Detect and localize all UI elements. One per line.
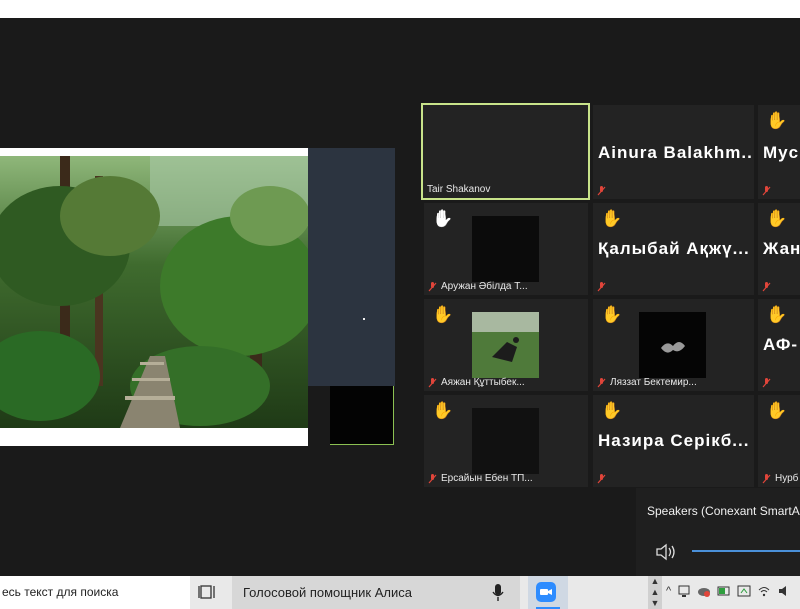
participant-tile[interactable]: ✋ Myc (758, 105, 800, 199)
participant-tile[interactable]: ✋ Аружан Әбілда Т... (424, 203, 588, 295)
participant-display-name: АФ- (763, 335, 799, 354)
participant-name: Tair Shakanov (427, 184, 491, 195)
participant-tile[interactable]: ✋ Нурб (758, 395, 800, 487)
raised-hand-icon: ✋ (432, 305, 454, 324)
zoom-icon (536, 582, 556, 602)
participant-name-bar (762, 378, 771, 388)
participant-tile[interactable]: ✋ АФ- (758, 299, 800, 391)
participant-name-bar (762, 282, 771, 292)
participant-name: Аружан Әбілда Т... (441, 281, 528, 292)
participant-display-name: Назира Серікб... (598, 431, 750, 450)
shared-black-box (330, 386, 394, 445)
alice-voice-assistant-box[interactable]: Голосовой помощник Алиса (232, 576, 520, 609)
taskbar-scroll-arrows[interactable]: ▲ ▲ ▼ (648, 576, 662, 609)
participant-name-bar: Нурб (762, 473, 798, 484)
participant-display-name: Қалыбай Ақжү... (598, 239, 750, 258)
participant-tile[interactable]: ✋ Жан (758, 203, 800, 295)
shared-slide (0, 148, 308, 446)
participant-display-name: Жан (763, 239, 800, 258)
participant-name-bar: Аружан Әбілда Т... (428, 281, 528, 292)
participant-video (472, 408, 539, 474)
muted-mic-icon (597, 186, 606, 196)
raised-hand-icon: ✋ (766, 111, 788, 130)
participant-name-bar: Ерсайын Ебен ТП... (428, 473, 533, 484)
participant-tile[interactable]: ✋ Назира Серікб... (593, 395, 754, 487)
participant-tile[interactable]: ✋ Аяжан Құттыбек... (424, 299, 588, 391)
muted-mic-icon (597, 474, 606, 484)
volume-slider[interactable] (692, 550, 800, 552)
shared-screen (0, 148, 395, 446)
monitor-icon[interactable] (677, 584, 691, 598)
raised-hand-icon: ✋ (601, 209, 623, 228)
system-tray: ^ (666, 584, 791, 598)
greenhouse-photo (0, 156, 308, 428)
participant-tile[interactable]: Ainura Balakhm... (593, 105, 754, 199)
participant-name-bar (762, 186, 771, 196)
speakers-label: Speakers (Conexant SmartA (647, 504, 800, 518)
cursor-dot (363, 318, 365, 320)
participant-name-bar (597, 474, 606, 484)
raised-hand-icon: ✋ (766, 401, 788, 420)
raised-hand-icon: ✋ (601, 401, 623, 420)
volume-icon[interactable] (777, 584, 791, 598)
taskbar-search-box[interactable]: есь текст для поиска (0, 576, 190, 609)
raised-hand-icon: ✋ (766, 209, 788, 228)
muted-mic-icon (428, 377, 437, 387)
cloud-error-icon[interactable] (697, 584, 711, 598)
participant-name: Аяжан Құттыбек... (441, 377, 525, 388)
task-view-icon[interactable] (198, 584, 216, 600)
participant-display-name: Myc (763, 143, 800, 162)
windows-taskbar: есь текст для поиска Голосовой помощник … (0, 576, 800, 609)
participant-tile[interactable]: ✋ Ерсайын Ебен ТП... (424, 395, 588, 487)
muted-mic-icon (762, 378, 771, 388)
battery-icon[interactable] (717, 584, 731, 598)
speakers-volume-popup: Speakers (Conexant SmartA (636, 488, 800, 576)
muted-mic-icon (428, 473, 437, 483)
muted-mic-icon (762, 186, 771, 196)
raised-hand-icon: ✋ (766, 305, 788, 324)
shared-side-panel (308, 148, 395, 386)
participant-name: Ерсайын Ебен ТП... (441, 473, 533, 484)
zoom-taskbar-button[interactable] (528, 576, 568, 609)
speaker-icon[interactable] (655, 543, 677, 561)
muted-mic-icon (597, 377, 606, 387)
muted-mic-icon (762, 282, 771, 292)
participant-name: Ляззат Бектемир... (610, 377, 697, 388)
participant-tile[interactable]: Tair Shakanov (421, 103, 590, 200)
raised-hand-icon: ✋ (601, 305, 623, 324)
raised-hand-icon: ✋ (432, 209, 454, 228)
participant-name-bar (597, 186, 606, 196)
chevron-up-icon[interactable]: ^ (666, 585, 671, 597)
muted-mic-icon (762, 473, 771, 483)
participant-video (472, 312, 539, 378)
muted-mic-icon (597, 282, 606, 292)
participant-tile[interactable]: ✋ Ляззат Бектемир... (593, 299, 754, 391)
participant-video (472, 216, 539, 282)
muted-mic-icon (428, 281, 437, 291)
wifi-icon[interactable] (757, 584, 771, 598)
participant-name-bar: Аяжан Құттыбек... (428, 377, 525, 388)
participant-display-name: Ainura Balakhm... (598, 143, 754, 162)
participant-name-bar (597, 282, 606, 292)
raised-hand-icon: ✋ (432, 401, 454, 420)
participant-name: Нурб (775, 473, 799, 484)
network-icon[interactable] (737, 584, 751, 598)
participant-tile[interactable]: ✋ Қалыбай Ақжү... (593, 203, 754, 295)
window-top-bar (0, 0, 800, 18)
microphone-icon[interactable] (491, 583, 505, 603)
participant-name-bar: Ляззат Бектемир... (597, 377, 697, 388)
participant-video (639, 312, 706, 378)
